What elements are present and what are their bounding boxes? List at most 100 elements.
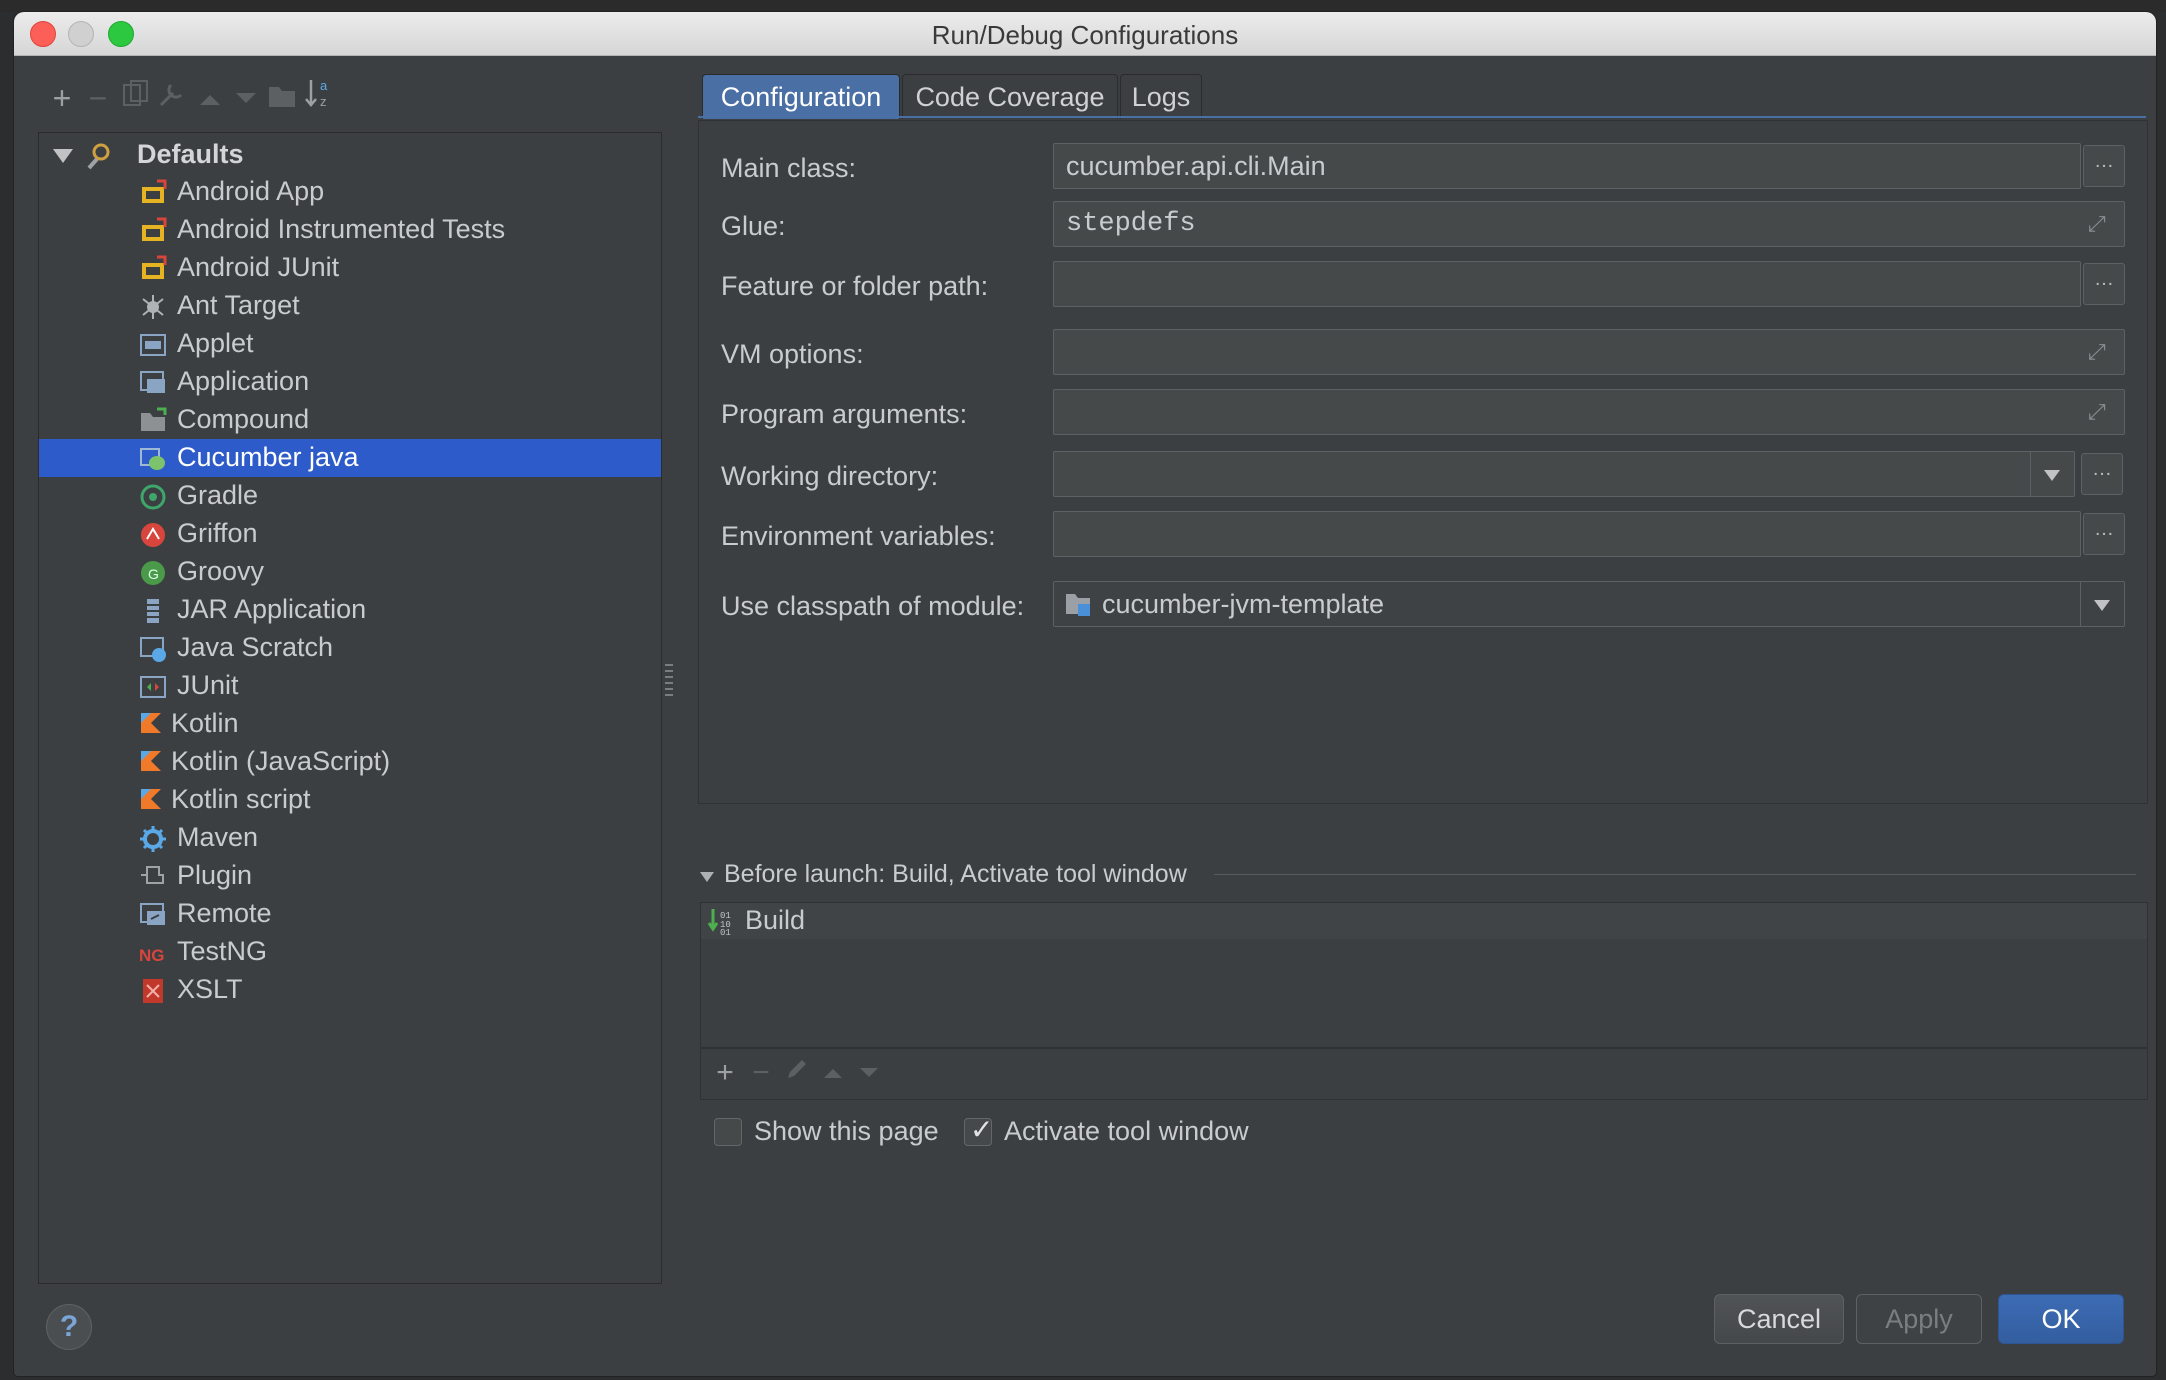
vm-options-input[interactable]: ⤢	[1053, 329, 2125, 375]
row-program-arguments: Program arguments: ⤢	[699, 389, 2147, 437]
classpath-module-label: Use classpath of module:	[721, 591, 1025, 621]
classpath-module-dropdown[interactable]	[2080, 582, 2123, 626]
tree-item-testng[interactable]: NG TestNG	[39, 933, 661, 971]
tab-logs[interactable]: Logs	[1120, 74, 1202, 119]
tree-item-label: TestNG	[177, 936, 268, 966]
before-launch-label: Before launch: Build, Activate tool wind…	[724, 860, 1187, 888]
tree-item-application[interactable]: Application	[39, 363, 661, 401]
working-directory-dropdown[interactable]	[2030, 452, 2073, 496]
tree-item-junit[interactable]: JUnit	[39, 667, 661, 705]
main-class-label: Main class:	[721, 153, 857, 183]
tree-item-maven[interactable]: Maven	[39, 819, 661, 857]
before-launch-toolbar: + −	[700, 1048, 2148, 1100]
ok-button[interactable]: OK	[1998, 1294, 2124, 1344]
edit-defaults-icon[interactable]	[152, 76, 192, 120]
tree-item-xslt[interactable]: XSLT	[39, 971, 661, 1009]
apply-button[interactable]: Apply	[1856, 1294, 1982, 1344]
cancel-button[interactable]: Cancel	[1714, 1294, 1844, 1344]
environment-variables-input[interactable]	[1053, 511, 2081, 557]
remove-icon[interactable]: −	[78, 76, 118, 120]
expand-caret-icon[interactable]	[53, 149, 73, 163]
add-icon[interactable]: +	[42, 76, 82, 120]
glue-label: Glue:	[721, 211, 786, 241]
row-vm-options: VM options: ⤢	[699, 329, 2147, 377]
jar-icon	[139, 597, 167, 625]
show-page-checkbox-box[interactable]	[714, 1118, 742, 1146]
tree-item-android-app[interactable]: Android App	[39, 173, 661, 211]
tree-item-android-junit[interactable]: Android JUnit	[39, 249, 661, 287]
feature-path-label: Feature or folder path:	[721, 271, 989, 301]
groovy-icon: G	[139, 559, 167, 587]
tree-item-applet[interactable]: Applet	[39, 325, 661, 363]
tree-item-label: Application	[177, 366, 310, 396]
environment-variables-browse-button[interactable]: …	[2083, 513, 2125, 555]
feature-path-input[interactable]	[1053, 261, 2081, 307]
tree-item-cucumber-java[interactable]: Cucumber java	[39, 439, 661, 477]
expand-icon[interactable]: ⤢	[2088, 212, 2112, 236]
working-directory-browse-button[interactable]: …	[2081, 453, 2123, 495]
svg-text:z: z	[320, 94, 327, 109]
collapse-caret-icon[interactable]	[700, 872, 714, 882]
move-up-icon[interactable]	[190, 76, 230, 120]
tree-item-ant-target[interactable]: Ant Target	[39, 287, 661, 325]
sort-icon[interactable]: az	[298, 76, 338, 120]
remote-icon	[139, 901, 167, 929]
folder-icon[interactable]	[262, 76, 302, 120]
tab-configuration[interactable]: Configuration	[702, 74, 900, 119]
tree-item-remote[interactable]: Remote	[39, 895, 661, 933]
tree-item-compound[interactable]: Compound	[39, 401, 661, 439]
configuration-panel: Main class: cucumber.api.cli.Main … Glue…	[698, 120, 2148, 804]
tree-item-kotlin-javascript[interactable]: Kotlin (JavaScript)	[39, 743, 661, 781]
tree-item-android-instrumented-tests[interactable]: Android Instrumented Tests	[39, 211, 661, 249]
tree-item-label: Android Instrumented Tests	[177, 214, 506, 244]
expand-icon[interactable]: ⤢	[2088, 400, 2112, 424]
copy-icon[interactable]	[116, 76, 156, 120]
working-directory-combo[interactable]	[1053, 451, 2075, 497]
activate-tool-window-label: Activate tool window	[1004, 1116, 1249, 1146]
tree-item-label: JUnit	[177, 670, 239, 700]
glue-input[interactable]: stepdefs ⤢	[1053, 201, 2125, 247]
tree-item-gradle[interactable]: Gradle	[39, 477, 661, 515]
junit-icon	[139, 673, 167, 701]
tree-item-kotlin[interactable]: Kotlin	[39, 705, 661, 743]
add-task-icon[interactable]: +	[705, 1051, 745, 1095]
edit-task-icon[interactable]	[777, 1051, 817, 1095]
feature-path-browse-button[interactable]: …	[2083, 263, 2125, 305]
svg-text:01: 01	[720, 928, 731, 935]
help-button[interactable]: ?	[46, 1304, 92, 1350]
move-task-up-icon[interactable]	[813, 1051, 853, 1095]
tree-item-java-scratch[interactable]: Java Scratch	[39, 629, 661, 667]
android-icon	[139, 179, 167, 207]
program-arguments-input[interactable]: ⤢	[1053, 389, 2125, 435]
tree-root-defaults[interactable]: Defaults	[39, 135, 661, 173]
main-class-input[interactable]: cucumber.api.cli.Main	[1053, 143, 2081, 189]
move-task-down-icon[interactable]	[849, 1051, 889, 1095]
classpath-module-select[interactable]: cucumber-jvm-template	[1053, 581, 2125, 627]
before-launch-separator	[1214, 874, 2136, 875]
tree-item-label: Applet	[177, 328, 254, 358]
tree-item-plugin[interactable]: Plugin	[39, 857, 661, 895]
list-item[interactable]: 01 10 01 Build	[701, 903, 2147, 939]
main-class-value: cucumber.api.cli.Main	[1066, 151, 1326, 181]
tree-item-label: Griffon	[177, 518, 258, 548]
panel-splitter[interactable]	[665, 664, 673, 698]
before-launch-list[interactable]: 01 10 01 Build	[700, 902, 2148, 1048]
main-class-browse-button[interactable]: …	[2083, 145, 2125, 187]
tree-item-griffon[interactable]: Griffon	[39, 515, 661, 553]
maven-icon	[139, 825, 167, 853]
tree-item-groovy[interactable]: G Groovy	[39, 553, 661, 591]
build-icon: 01 10 01	[707, 907, 735, 938]
tree-item-label: Plugin	[177, 860, 253, 890]
configuration-tree[interactable]: Defaults Android App Android Instrumented…	[38, 132, 662, 1284]
activate-tool-window-checkbox-box[interactable]: ✓	[964, 1114, 993, 1146]
row-feature-path: Feature or folder path: …	[699, 261, 2147, 309]
remove-task-icon[interactable]: −	[741, 1051, 781, 1095]
tree-item-kotlin-script[interactable]: Kotlin script	[39, 781, 661, 819]
expand-icon[interactable]: ⤢	[2088, 340, 2112, 364]
show-page-label: Show this page	[754, 1116, 939, 1146]
tree-item-jar-application[interactable]: JAR Application	[39, 591, 661, 629]
tree-item-label: Ant Target	[177, 290, 300, 320]
move-down-icon[interactable]	[226, 76, 266, 120]
tab-code-coverage[interactable]: Code Coverage	[902, 74, 1118, 119]
tree-root-label: Defaults	[137, 139, 244, 169]
